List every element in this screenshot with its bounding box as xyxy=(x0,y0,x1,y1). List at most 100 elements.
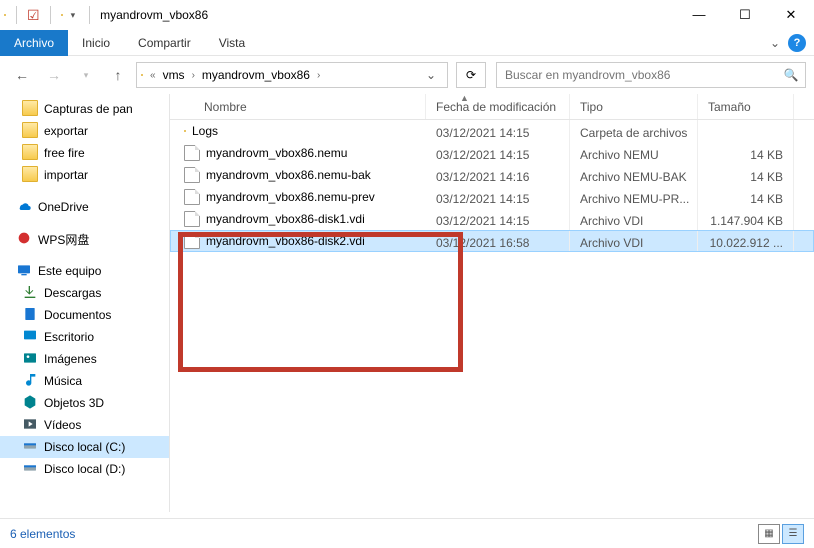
ribbon-collapse-icon[interactable]: ⌄ xyxy=(770,36,780,50)
file-row[interactable]: myandrovm_vbox86.nemu 03/12/2021 14:15Arc… xyxy=(170,142,814,164)
close-button[interactable]: ✕ xyxy=(768,0,814,30)
item-count: 6 elementos xyxy=(10,527,75,541)
qat-folder-icon[interactable] xyxy=(61,14,63,16)
tree-item[interactable]: Escritorio xyxy=(0,326,169,348)
file-date: 03/12/2021 14:16 xyxy=(426,164,570,186)
folder-icon xyxy=(184,130,186,132)
file-icon xyxy=(184,189,200,205)
chevron-icon[interactable]: › xyxy=(189,70,198,81)
minimize-button[interactable]: — xyxy=(676,0,722,30)
tree-item-label: Vídeos xyxy=(44,418,81,432)
tree-item-label: Capturas de pan xyxy=(44,102,133,116)
back-button[interactable]: ← xyxy=(8,61,36,89)
highlight-annotation xyxy=(178,232,463,372)
maximize-button[interactable]: ☐ xyxy=(722,0,768,30)
up-button[interactable]: ↑ xyxy=(104,61,132,89)
tree-item-label: exportar xyxy=(44,124,88,138)
file-row[interactable]: myandrovm_vbox86.nemu-prev03/12/2021 14:… xyxy=(170,186,814,208)
tree-item-label: Escritorio xyxy=(44,330,94,344)
refresh-button[interactable]: ⟳ xyxy=(456,62,486,88)
tree-item[interactable]: Documentos xyxy=(0,304,169,326)
tab-home[interactable]: Inicio xyxy=(68,30,124,56)
tab-view[interactable]: Vista xyxy=(205,30,259,56)
tree-item-label: importar xyxy=(44,168,88,182)
tree-item[interactable]: Este equipo xyxy=(0,260,169,282)
qat-dropdown-icon[interactable]: ▾ xyxy=(67,10,80,21)
recent-dropdown[interactable]: ▾ xyxy=(72,61,100,89)
forward-button[interactable]: → xyxy=(40,61,68,89)
downloads-icon xyxy=(22,284,38,303)
file-row[interactable]: Logs03/12/2021 14:15Carpeta de archivos xyxy=(170,120,814,142)
tree-item[interactable]: Imágenes xyxy=(0,348,169,370)
tree-item[interactable]: Música xyxy=(0,370,169,392)
breadcrumb[interactable]: myandrovm_vbox86 xyxy=(202,68,310,82)
file-row[interactable]: myandrovm_vbox86.nemu-bak03/12/2021 14:1… xyxy=(170,164,814,186)
file-name: Logs xyxy=(192,124,218,138)
pictures-icon xyxy=(22,350,38,369)
qat-checkbox-icon[interactable]: ☑ xyxy=(27,7,40,24)
app-icon xyxy=(4,14,6,16)
help-button[interactable]: ? xyxy=(788,34,806,52)
file-row[interactable]: myandrovm_vbox86-disk2.vdi03/12/2021 16:… xyxy=(170,230,814,252)
file-icon xyxy=(184,167,200,183)
documents-icon xyxy=(22,306,38,325)
onedrive-icon xyxy=(16,198,32,217)
tree-item[interactable]: Disco local (C:) xyxy=(0,436,169,458)
tree-item[interactable]: Disco local (D:) xyxy=(0,458,169,480)
tree-item-label: OneDrive xyxy=(38,200,89,214)
breadcrumb[interactable]: vms xyxy=(163,68,185,82)
search-box[interactable]: 🔍 xyxy=(496,62,806,88)
tree-item[interactable]: Capturas de pan xyxy=(0,98,169,120)
file-type: Archivo NEMU xyxy=(570,142,698,164)
column-date[interactable]: Fecha de modificación xyxy=(426,94,570,119)
file-name: myandrovm_vbox86-disk2.vdi xyxy=(206,234,365,248)
drive-icon xyxy=(22,438,38,457)
file-date: 03/12/2021 14:15 xyxy=(426,186,570,208)
tree-item[interactable]: importar xyxy=(0,164,169,186)
nav-bar: ← → ▾ ↑ « vms › myandrovm_vbox86 › ⌄ ⟳ 🔍 xyxy=(0,56,814,94)
tree-item-label: Descargas xyxy=(44,286,101,300)
view-thumbnails-button[interactable]: ▦ xyxy=(758,524,780,544)
tree-item-label: WPS网盘 xyxy=(38,231,89,248)
tree-item[interactable]: OneDrive xyxy=(0,196,169,218)
file-icon xyxy=(184,145,200,161)
navigation-tree[interactable]: Capturas de pan exportar free fire importar… xyxy=(0,94,170,512)
ribbon: Archivo Inicio Compartir Vista ⌄ ? xyxy=(0,30,814,56)
chevron-icon[interactable]: › xyxy=(314,70,323,81)
tab-share[interactable]: Compartir xyxy=(124,30,205,56)
column-headers[interactable]: ▲ Nombre Fecha de modificación Tipo Tama… xyxy=(170,94,814,120)
search-icon[interactable]: 🔍 xyxy=(777,68,805,82)
file-row[interactable]: myandrovm_vbox86-disk1.vdi03/12/2021 14:… xyxy=(170,208,814,230)
search-input[interactable] xyxy=(497,68,777,82)
view-details-button[interactable]: ☰ xyxy=(782,524,804,544)
tree-item[interactable]: exportar xyxy=(0,120,169,142)
tree-item-label: Documentos xyxy=(44,308,111,322)
file-name: myandrovm_vbox86.nemu xyxy=(206,146,347,160)
videos-icon xyxy=(22,416,38,435)
folder-icon xyxy=(22,122,38,141)
tab-file[interactable]: Archivo xyxy=(0,30,68,56)
column-name[interactable]: Nombre xyxy=(170,94,426,119)
file-size: 14 KB xyxy=(698,186,794,208)
file-size: 14 KB xyxy=(698,164,794,186)
file-icon xyxy=(184,211,200,227)
address-bar[interactable]: « vms › myandrovm_vbox86 › ⌄ xyxy=(136,62,448,88)
file-date: 03/12/2021 14:15 xyxy=(426,142,570,164)
tree-item[interactable]: Descargas xyxy=(0,282,169,304)
wps-icon xyxy=(16,230,32,249)
tree-item[interactable]: WPS网盘 xyxy=(0,228,169,250)
file-list[interactable]: ▲ Nombre Fecha de modificación Tipo Tama… xyxy=(170,94,814,512)
tree-item[interactable]: free fire xyxy=(0,142,169,164)
file-type: Archivo NEMU-PR... xyxy=(570,186,698,208)
file-type: Archivo VDI xyxy=(570,208,698,230)
chevron-icon[interactable]: « xyxy=(147,70,159,81)
column-size[interactable]: Tamaño xyxy=(698,94,794,119)
folder-icon xyxy=(22,166,38,185)
file-size: 10.022.912 ... xyxy=(698,230,794,252)
tree-item-label: Disco local (C:) xyxy=(44,440,125,454)
address-dropdown-icon[interactable]: ⌄ xyxy=(419,68,443,82)
tree-item[interactable]: Objetos 3D xyxy=(0,392,169,414)
column-type[interactable]: Tipo xyxy=(570,94,698,119)
file-name: myandrovm_vbox86-disk1.vdi xyxy=(206,212,365,226)
tree-item[interactable]: Vídeos xyxy=(0,414,169,436)
